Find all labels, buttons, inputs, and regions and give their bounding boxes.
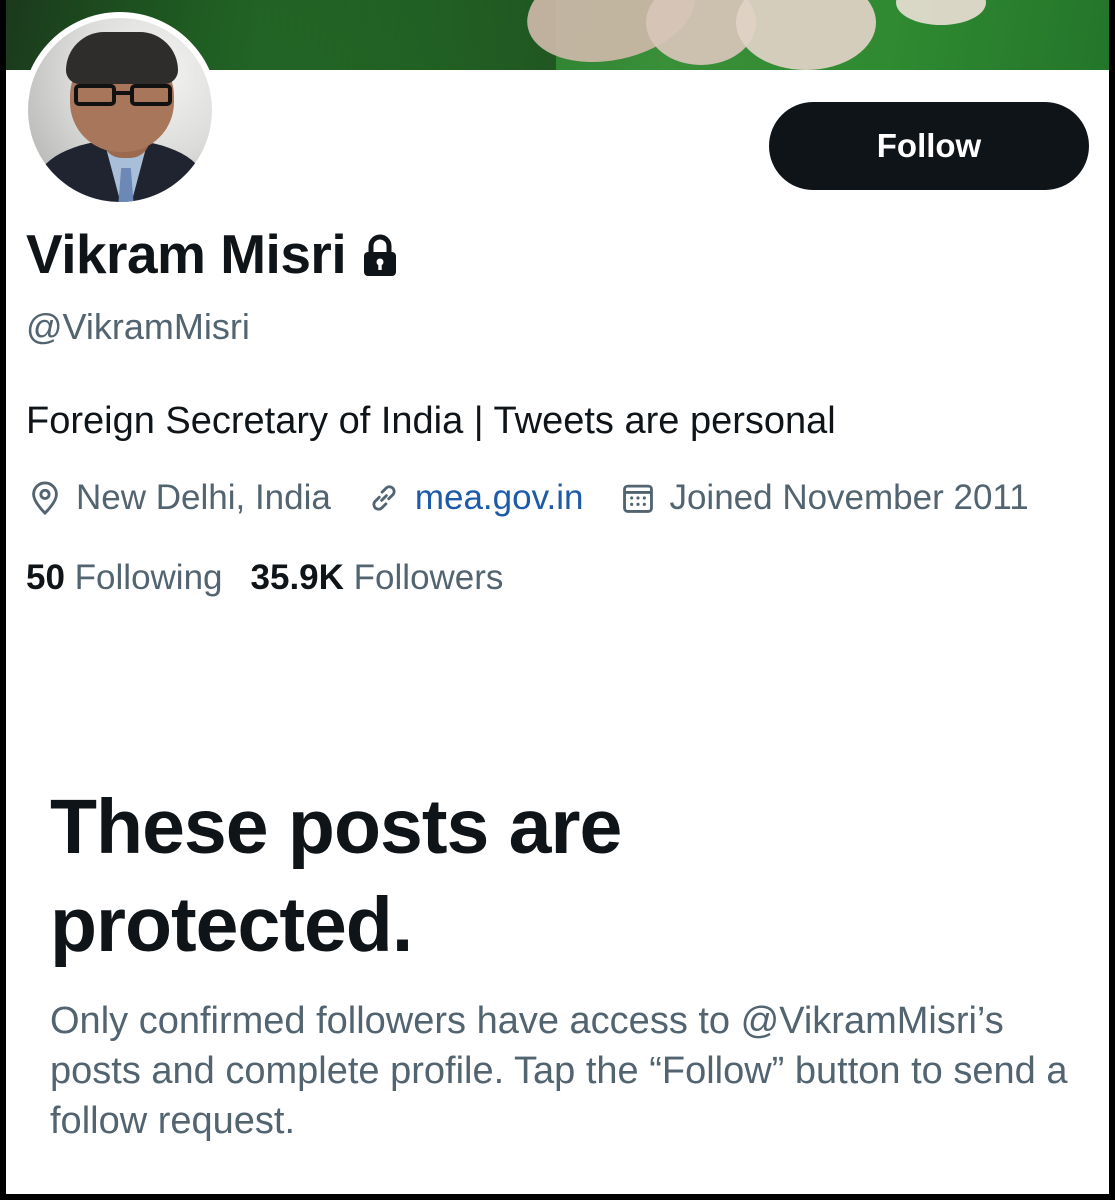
joined-text: Joined November 2011 bbox=[669, 478, 1029, 517]
banner-hand-shape bbox=[896, 0, 986, 25]
avatar-glasses bbox=[74, 84, 172, 108]
profile-location: New Delhi, India bbox=[26, 478, 331, 518]
location-pin-icon bbox=[32, 481, 58, 516]
profile-website[interactable]: mea.gov.in bbox=[365, 478, 584, 518]
avatar-hair bbox=[66, 32, 178, 84]
follow-button[interactable]: Follow bbox=[769, 102, 1089, 190]
lock-icon bbox=[364, 234, 397, 276]
calendar-icon bbox=[623, 484, 654, 513]
avatar[interactable] bbox=[22, 12, 218, 208]
followers-count: 35.9K bbox=[250, 558, 344, 597]
banner-shade bbox=[256, 0, 556, 70]
profile-handle: @VikramMisri bbox=[26, 306, 250, 347]
profile-page: Follow Vikram Misri @VikramMisri Foreign… bbox=[6, 0, 1109, 1194]
profile-bio: Foreign Secretary of India | Tweets are … bbox=[26, 400, 836, 442]
profile-name: Vikram Misri bbox=[26, 223, 347, 285]
location-text: New Delhi, India bbox=[76, 478, 331, 517]
profile-joined: Joined November 2011 bbox=[619, 478, 1029, 518]
protected-title: These posts are protected. bbox=[50, 784, 622, 968]
avatar-photo bbox=[28, 18, 212, 202]
profile-meta: New Delhi, India mea.gov.in Joined Novem… bbox=[26, 478, 1029, 518]
followers-link[interactable]: 35.9K Followers bbox=[251, 558, 504, 598]
following-count: 50 bbox=[26, 558, 65, 597]
banner-hand-shape bbox=[736, 0, 876, 70]
protected-description: Only confirmed followers have access to … bbox=[50, 1000, 1068, 1142]
following-label: Following bbox=[74, 558, 223, 597]
website-link[interactable]: mea.gov.in bbox=[415, 478, 584, 518]
profile-stats: 50 Following 35.9K Followers bbox=[26, 558, 531, 598]
following-link[interactable]: 50 Following bbox=[26, 558, 223, 598]
followers-label: Followers bbox=[353, 558, 504, 597]
link-icon bbox=[372, 485, 396, 511]
profile-name-row: Vikram Misri bbox=[26, 222, 398, 286]
